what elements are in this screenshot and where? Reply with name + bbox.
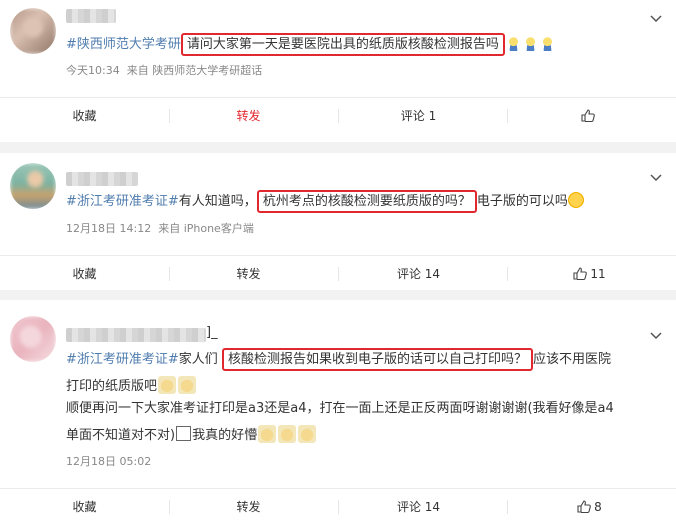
- chevron-down-icon[interactable]: [650, 332, 662, 339]
- repost-button[interactable]: 转发: [164, 257, 333, 291]
- chevron-down-icon[interactable]: [650, 15, 662, 22]
- repost-button[interactable]: 转发: [164, 490, 333, 524]
- username-redacted[interactable]: [66, 328, 206, 342]
- username-tail: ]_: [206, 325, 218, 340]
- emoji-icon: [178, 376, 197, 394]
- post-text: #陕西师范大学考研 请问大家第一天是要医院出具的纸质版核酸检测报告吗: [66, 33, 556, 56]
- post-card: #浙江考研准考证#有人知道吗， 杭州考点的核酸检测要纸质版的吗？ 电子版的可以吗 1…: [0, 153, 676, 290]
- crying-emoji-icon: [567, 192, 584, 208]
- topic-tag[interactable]: #浙江考研准考证#: [66, 352, 179, 367]
- post-text-line-3: 顺便再问一下大家准考证打印是a3还是a4，打在一面上还是正反两面呀谢谢谢谢(我看…: [66, 401, 614, 416]
- comment-button[interactable]: 评论 14: [334, 490, 503, 524]
- highlighted-question: 请问大家第一天是要医院出具的纸质版核酸检测报告吗: [180, 33, 505, 56]
- emoji-icon: [258, 425, 277, 443]
- highlighted-question: 杭州考点的核酸检测要纸质版的吗？: [256, 190, 477, 213]
- action-bar: 收藏 转发 评论 1: [0, 99, 676, 133]
- emoji-icon: [158, 376, 177, 394]
- thumbs-up-icon: [577, 500, 592, 513]
- collect-button[interactable]: 收藏: [0, 257, 169, 291]
- emoji-icon: [540, 36, 554, 51]
- action-bar: 收藏 转发 评论 14 11: [0, 257, 676, 291]
- like-count: 8: [594, 500, 602, 514]
- like-button[interactable]: 11: [505, 257, 674, 291]
- post-card: #陕西师范大学考研 请问大家第一天是要医院出具的纸质版核酸检测报告吗 今天10:3…: [0, 0, 676, 142]
- thumbs-up-icon: [573, 267, 588, 280]
- post-card: ]_ #浙江考研准考证#家人们 核酸检测报告如果收到电子版的话可以自己打印吗？应…: [0, 300, 676, 532]
- avatar[interactable]: [10, 163, 56, 209]
- like-count: 11: [590, 267, 606, 281]
- post-text: #浙江考研准考证#有人知道吗， 杭州考点的核酸检测要纸质版的吗？ 电子版的可以吗: [66, 190, 584, 213]
- repost-button[interactable]: 转发: [164, 99, 333, 133]
- emoji-icon: [176, 426, 192, 441]
- thumbs-up-icon: [581, 109, 595, 122]
- avatar[interactable]: [10, 316, 56, 362]
- post-meta: 今天10:34 来自 陕西师范大学考研超话: [66, 62, 262, 78]
- like-button[interactable]: 8: [505, 490, 674, 524]
- emoji-icon: [278, 425, 297, 443]
- topic-tag[interactable]: #浙江考研准考证#: [66, 194, 179, 209]
- collect-button[interactable]: 收藏: [0, 99, 169, 133]
- post-text-line-1: #浙江考研准考证#家人们 核酸检测报告如果收到电子版的话可以自己打印吗？ 应该不用…: [66, 348, 611, 371]
- post-text-line-4: 单面不知道对不对) 我真的好懵: [66, 425, 317, 445]
- source[interactable]: 来自 陕西师范大学考研超话: [127, 64, 263, 77]
- chevron-down-icon[interactable]: [650, 174, 662, 181]
- username-redacted[interactable]: [66, 172, 138, 186]
- highlighted-question: 核酸检测报告如果收到电子版的话可以自己打印吗？: [221, 348, 533, 371]
- emoji-icon: [298, 425, 317, 443]
- comment-button[interactable]: 评论 1: [334, 99, 503, 133]
- post-text-line-2: 打印的纸质版吧: [66, 376, 197, 396]
- username-redacted[interactable]: [66, 9, 116, 23]
- timestamp[interactable]: 12月18日 05:02: [66, 455, 151, 468]
- emoji-icon: [523, 36, 537, 51]
- collect-button[interactable]: 收藏: [0, 490, 169, 524]
- topic-tag[interactable]: #陕西师范大学考研: [66, 37, 181, 52]
- action-bar: 收藏 转发 评论 14 8: [0, 490, 676, 524]
- timestamp[interactable]: 今天10:34: [66, 64, 120, 77]
- emoji-icon: [506, 36, 520, 51]
- source[interactable]: 来自 iPhone客户端: [158, 222, 254, 235]
- avatar[interactable]: [10, 8, 56, 54]
- post-meta: 12月18日 05:02: [66, 453, 151, 469]
- like-button[interactable]: [505, 99, 674, 133]
- timestamp[interactable]: 12月18日 14:12: [66, 222, 151, 235]
- post-meta: 12月18日 14:12 来自 iPhone客户端: [66, 220, 254, 236]
- comment-button[interactable]: 评论 14: [334, 257, 503, 291]
